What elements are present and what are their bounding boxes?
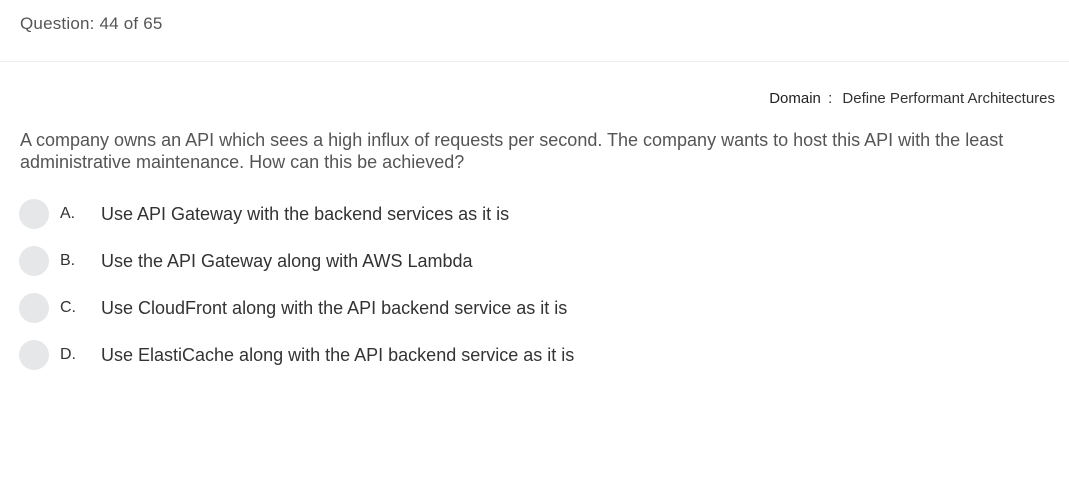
quiz-header: Question: 44 of 65 <box>0 0 1069 62</box>
question-counter: Question: 44 of 65 <box>20 14 163 33</box>
option-letter: B. <box>60 252 76 269</box>
radio-button-b[interactable] <box>19 246 49 276</box>
option-d[interactable]: D. Use ElastiCache along with the API ba… <box>19 339 1019 371</box>
option-text[interactable]: Use ElastiCache along with the API backe… <box>101 345 574 366</box>
question-text: A company owns an API which sees a high … <box>20 130 1004 172</box>
domain-separator: : <box>828 90 833 107</box>
option-a[interactable]: A. Use API Gateway with the backend serv… <box>19 198 1019 230</box>
domain-value: Define Performant Architectures <box>842 90 1055 107</box>
radio-button-c[interactable] <box>19 293 49 323</box>
domain-line: Domain : Define Performant Architectures <box>769 90 1055 107</box>
radio-button-a[interactable] <box>19 199 49 229</box>
radio-button-d[interactable] <box>19 340 49 370</box>
option-letter: D. <box>60 346 76 363</box>
option-c[interactable]: C. Use CloudFront along with the API bac… <box>19 292 1019 324</box>
option-text[interactable]: Use the API Gateway along with AWS Lambd… <box>101 251 473 272</box>
option-letter: A. <box>60 205 76 222</box>
option-b[interactable]: B. Use the API Gateway along with AWS La… <box>19 245 1019 277</box>
answer-options: A. Use API Gateway with the backend serv… <box>19 198 1019 386</box>
option-letter: C. <box>60 299 76 316</box>
option-text[interactable]: Use CloudFront along with the API backen… <box>101 298 567 319</box>
domain-label: Domain <box>769 90 821 107</box>
option-text[interactable]: Use API Gateway with the backend service… <box>101 204 509 225</box>
